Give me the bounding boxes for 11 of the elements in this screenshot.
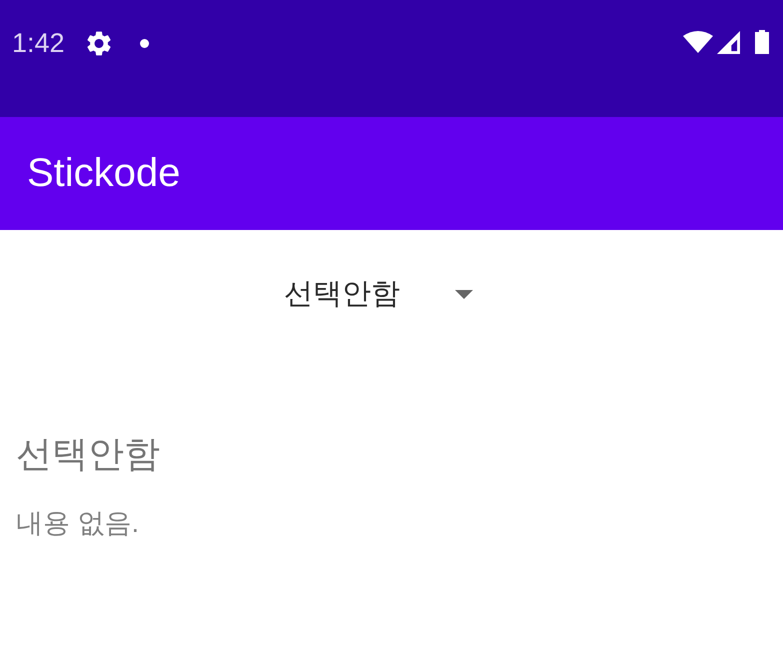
- content-text: 내용 없음.: [16, 507, 140, 540]
- wifi-icon: [683, 31, 713, 53]
- dropdown[interactable]: 선택안함: [276, 270, 481, 318]
- caret-icon: [455, 290, 473, 298]
- content-title: 선택안함: [16, 432, 161, 476]
- battery-icon: [755, 30, 769, 54]
- signal-icon: [717, 31, 740, 54]
- gear-icon: [86, 30, 111, 56]
- status-time: 1:42: [12, 27, 65, 59]
- app-title: Stickode: [27, 151, 180, 196]
- notification-dot-icon: [140, 38, 149, 48]
